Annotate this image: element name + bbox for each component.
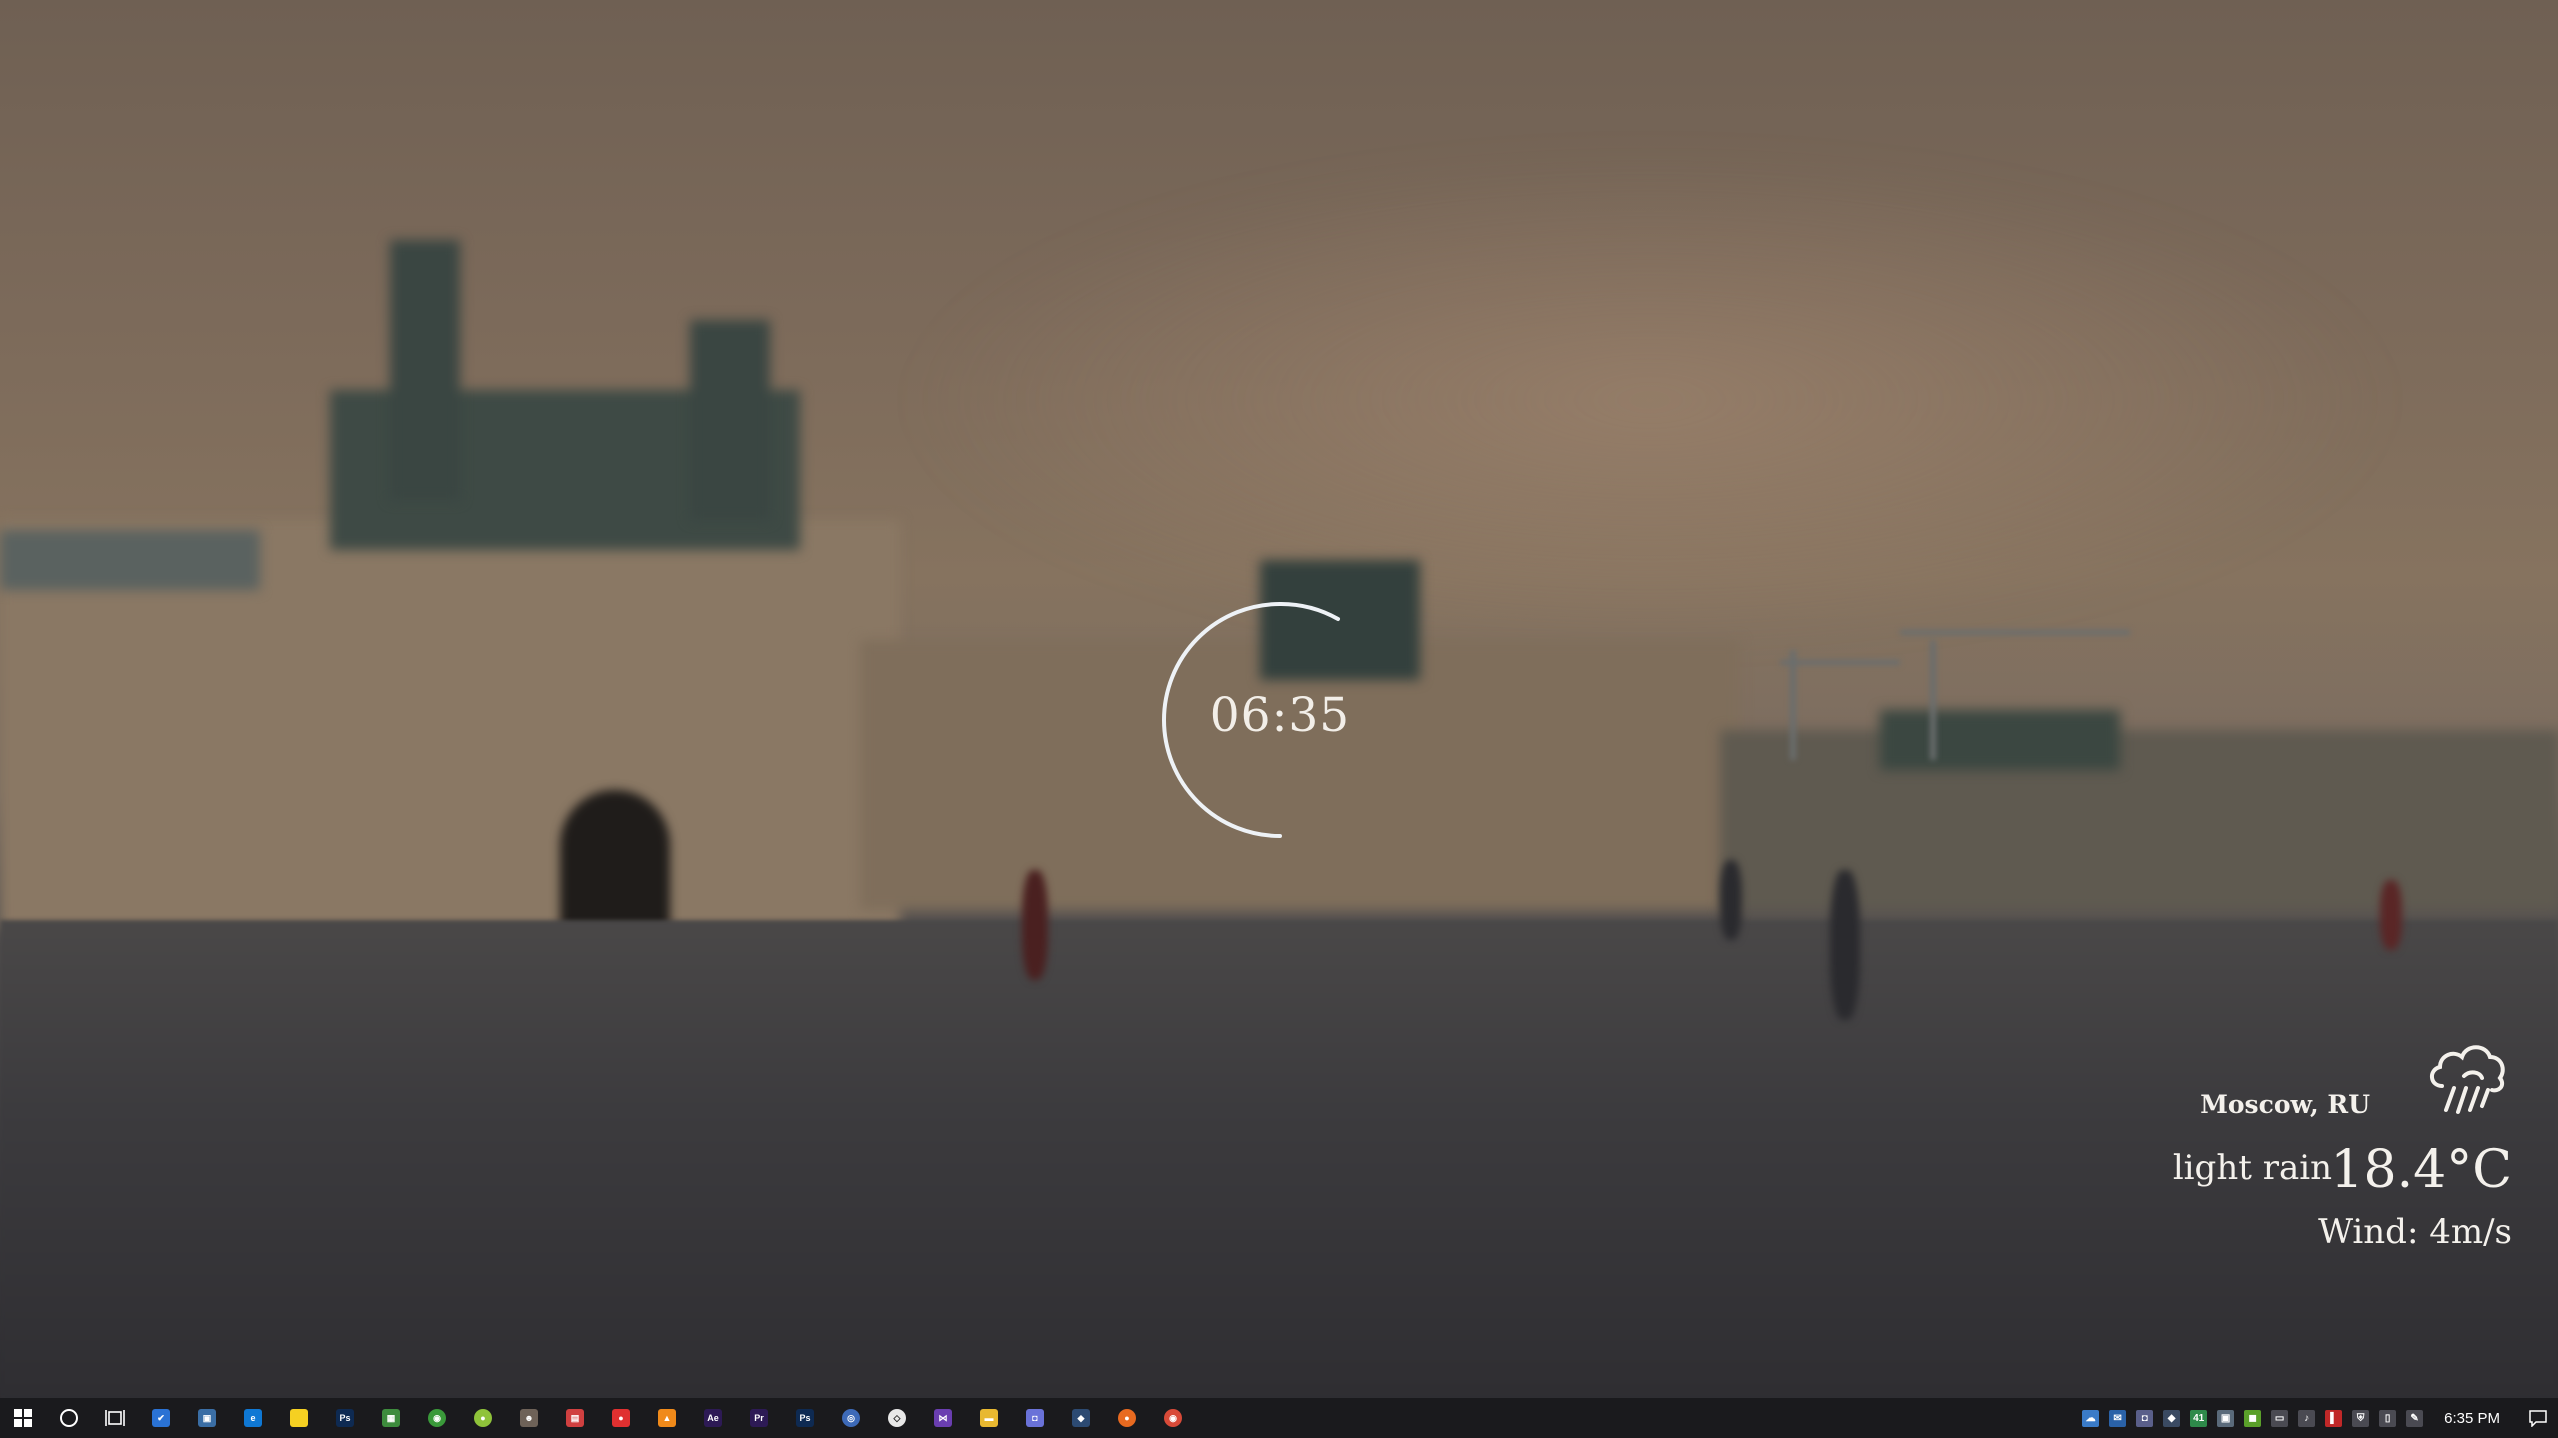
taskbar-app-button[interactable]: ☻: [506, 1398, 552, 1438]
cortana-circle-icon: [60, 1409, 78, 1427]
taskbar-app-button[interactable]: Ps: [782, 1398, 828, 1438]
gimp-icon: ☻: [520, 1409, 538, 1427]
weather-widget: Moscow, RU light rain 18.4°C Wind: 4m/s: [2092, 1030, 2512, 1270]
clock-widget: 06:35: [1160, 600, 1400, 840]
windows-start-icon: [14, 1409, 32, 1427]
discord-tray-icon[interactable]: ◘: [2136, 1409, 2154, 1427]
taskbar-app-button[interactable]: ◉: [414, 1398, 460, 1438]
taskbar-app-button[interactable]: ✔: [138, 1398, 184, 1438]
vlc-icon: ▲: [658, 1409, 676, 1427]
network-tray-icon[interactable]: ▣: [2217, 1409, 2235, 1427]
taskbar-app-button[interactable]: ◎: [828, 1398, 874, 1438]
pen-tray-icon[interactable]: ✎: [2406, 1409, 2424, 1427]
weather-condition: light rain: [2172, 1148, 2332, 1188]
wallpaper-roof-right: [1880, 710, 2120, 770]
spotify-like-icon: ◉: [428, 1409, 446, 1427]
task-view-button[interactable]: [92, 1398, 138, 1438]
wallpaper-crane-arm: [1900, 630, 2130, 635]
taskbar-app-button[interactable]: ●: [598, 1398, 644, 1438]
taskbar-pinned-apps: ✔ ▣ e Ps ▦ ◉ ● ☻ ▤ ● ▲ Ae Pr Ps ◎ ◇ ⋈ ▬ ◘ ◆ ● ◉: [138, 1398, 1196, 1438]
taskbar-app-button[interactable]: Ae: [690, 1398, 736, 1438]
file-explorer-icon: ▬: [980, 1409, 998, 1427]
wallpaper-crane-arm: [1780, 660, 1900, 665]
clock-time: 06:35: [1209, 688, 1351, 743]
photoshop-icon-2: Ps: [796, 1409, 814, 1427]
display-tray-icon[interactable]: ▭: [2271, 1409, 2289, 1427]
taskbar-app-button[interactable]: ▲: [644, 1398, 690, 1438]
red-app-icon: ●: [612, 1409, 630, 1427]
taskbar: ✔ ▣ e Ps ▦ ◉ ● ☻ ▤ ● ▲ Ae Pr Ps ◎ ◇ ⋈ ▬ ◘ ◆ ● ◉ ☁ ✉ ◘ ◆ 41 ▣ ◼ ▭ ♪ ▌ ⛨ ▯…: [0, 1398, 2558, 1438]
cortana-button[interactable]: [46, 1398, 92, 1438]
start-button[interactable]: [0, 1398, 46, 1438]
wallpaper-tower-right: [690, 320, 770, 520]
wallpaper-person: [2380, 880, 2402, 950]
mail-tray-icon[interactable]: ✉: [2109, 1409, 2127, 1427]
task-view-icon: [105, 1410, 125, 1426]
taskbar-app-button[interactable]: Pr: [736, 1398, 782, 1438]
shield-tray-icon[interactable]: ⛨: [2352, 1409, 2370, 1427]
taskbar-app-button[interactable]: ▦: [368, 1398, 414, 1438]
action-center-icon: [2529, 1410, 2547, 1427]
taskbar-app-button[interactable]: ◘: [1012, 1398, 1058, 1438]
photoshop-icon-1: Ps: [336, 1409, 354, 1427]
taskbar-app-button[interactable]: ●: [460, 1398, 506, 1438]
notepad-icon: ▤: [566, 1409, 584, 1427]
taskbar-app-button[interactable]: e: [230, 1398, 276, 1438]
rain-cloud-icon: [2430, 1045, 2505, 1114]
taskbar-app-button[interactable]: Ps: [322, 1398, 368, 1438]
wallpaper-crane: [1930, 640, 1936, 760]
taskbar-app-button[interactable]: ●: [1104, 1398, 1150, 1438]
red-tray-icon[interactable]: ▌: [2325, 1409, 2343, 1427]
volume-tray-icon[interactable]: ♪: [2298, 1409, 2316, 1427]
wallpaper-person: [1830, 870, 1860, 1020]
onedrive-tray-icon[interactable]: ☁: [2082, 1409, 2100, 1427]
taskbar-app-button[interactable]: ▣: [184, 1398, 230, 1438]
green-circle-app-icon: ●: [474, 1409, 492, 1427]
wallpaper-person: [1720, 860, 1742, 940]
taskbar-app-button[interactable]: ◆: [1058, 1398, 1104, 1438]
sky-glow: [900, 150, 2400, 650]
taskbar-app-button[interactable]: ⋈: [920, 1398, 966, 1438]
sticky-notes-icon: [290, 1409, 308, 1427]
steam-tray-icon[interactable]: ◆: [2163, 1409, 2181, 1427]
tray-icons: ☁ ✉ ◘ ◆ 41 ▣ ◼ ▭ ♪ ▌ ⛨ ▯ ✎: [2077, 1409, 2428, 1427]
wallpaper-arch: [560, 790, 670, 940]
unity-icon: ◇: [888, 1409, 906, 1427]
wallpaper-crane: [1790, 650, 1796, 760]
nvidia-tray-icon[interactable]: ◼: [2244, 1409, 2262, 1427]
premiere-icon: Pr: [750, 1409, 768, 1427]
todo-app-icon: ✔: [152, 1409, 170, 1427]
action-center-button[interactable]: [2518, 1398, 2558, 1438]
tray-clock[interactable]: 6:35 PM: [2444, 1410, 2500, 1427]
weather-location: Moscow, RU: [2200, 1090, 2370, 1119]
steam-icon: ◆: [1072, 1409, 1090, 1427]
remote-desktop-icon: ▣: [198, 1409, 216, 1427]
weather-wind: Wind: 4m/s: [2318, 1212, 2512, 1252]
system-tray: ☁ ✉ ◘ ◆ 41 ▣ ◼ ▭ ♪ ▌ ⛨ ▯ ✎ 6:35 PM: [2077, 1398, 2558, 1438]
taskbar-app-button[interactable]: ▬: [966, 1398, 1012, 1438]
photos-app-icon: ▦: [382, 1409, 400, 1427]
taskbar-app-button[interactable]: ◇: [874, 1398, 920, 1438]
taskbar-app-button[interactable]: ▤: [552, 1398, 598, 1438]
weather-temperature: 18.4°C: [2330, 1140, 2512, 1200]
visual-studio-icon: ⋈: [934, 1409, 952, 1427]
taskbar-app-button[interactable]: ◉: [1150, 1398, 1196, 1438]
chrome-icon: ◉: [1164, 1409, 1182, 1427]
taskbar-app-button[interactable]: [276, 1398, 322, 1438]
wallpaper-person: [1022, 870, 1048, 980]
usb-tray-icon[interactable]: ▯: [2379, 1409, 2397, 1427]
after-effects-icon: Ae: [704, 1409, 722, 1427]
wallpaper-building-wing: [0, 530, 260, 590]
blue-circle-app-icon: ◎: [842, 1409, 860, 1427]
edge-browser-icon: e: [244, 1409, 262, 1427]
discord-icon: ◘: [1026, 1409, 1044, 1427]
wallpaper-tower-left: [390, 240, 460, 500]
app-41-tray-icon[interactable]: 41: [2190, 1409, 2208, 1427]
firefox-icon: ●: [1118, 1409, 1136, 1427]
